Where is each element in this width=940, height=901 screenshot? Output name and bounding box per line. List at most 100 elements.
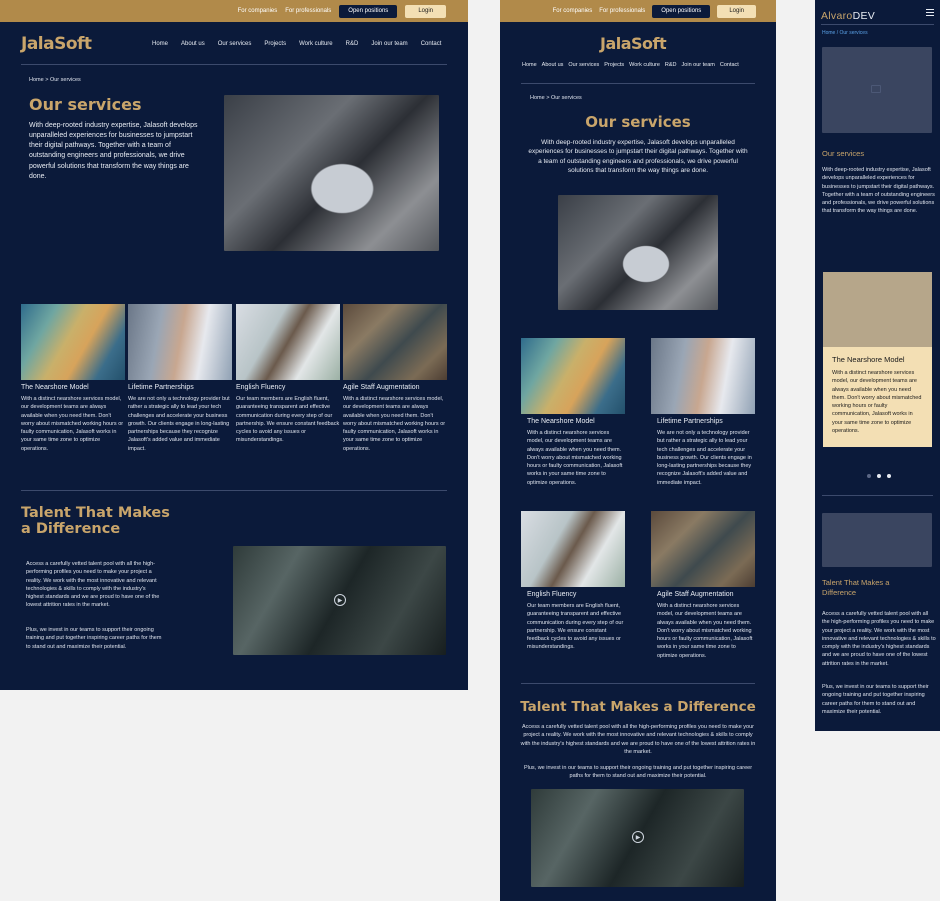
- carousel-dot[interactable]: [887, 474, 891, 478]
- for-companies-link[interactable]: For companies: [238, 8, 278, 14]
- image-placeholder-icon: [871, 85, 881, 93]
- tablet-frame: For companies For professionals Open pos…: [500, 0, 776, 901]
- header-divider: [521, 83, 755, 84]
- main-nav: Home About us Our services Projects Work…: [522, 62, 739, 68]
- staff-image: [343, 304, 447, 380]
- carousel-card-text: With a distinct nearshore services model…: [832, 370, 922, 434]
- nav-home[interactable]: Home: [152, 41, 168, 47]
- card-title: The Nearshore Model: [21, 384, 89, 391]
- section-divider: [21, 490, 447, 491]
- carousel-dot[interactable]: [867, 474, 871, 478]
- breadcrumb[interactable]: Home / Our services: [822, 30, 868, 36]
- hero-image: [558, 195, 718, 310]
- card-text: We are not only a technology provider bu…: [657, 430, 752, 486]
- brand-logo[interactable]: JalaSoft: [600, 34, 667, 53]
- page-title: Our services: [29, 95, 142, 114]
- header-divider: [21, 64, 447, 65]
- card-text: Our team members are English fluent, gua…: [527, 603, 624, 651]
- nav-work-culture[interactable]: Work culture: [299, 41, 333, 47]
- nav-join[interactable]: Join our team: [682, 62, 715, 68]
- card-title: English Fluency: [527, 591, 577, 598]
- login-button[interactable]: Login: [717, 4, 756, 18]
- carousel-dot-active[interactable]: [877, 474, 881, 478]
- talent-title: Talent That Makes a Difference: [822, 578, 890, 598]
- mobile-logo[interactable]: AlvaroDEV: [821, 10, 875, 22]
- nav-home[interactable]: Home: [522, 62, 537, 68]
- service-card: English Fluency Our team members are Eng…: [521, 511, 625, 652]
- breadcrumb[interactable]: Home > Our services: [29, 77, 81, 83]
- talent-paragraph-2: Plus, we invest in our teams to support …: [26, 627, 162, 650]
- hero-text: With deep-rooted industry expertise, Jal…: [528, 139, 748, 175]
- nav-contact[interactable]: Contact: [720, 62, 739, 68]
- open-positions-button[interactable]: Open positions: [339, 4, 398, 18]
- service-card: Agile Staff Augmentation With a distinct…: [343, 304, 447, 453]
- brand-logo[interactable]: JalaSoft: [21, 34, 92, 54]
- hamburger-icon[interactable]: [926, 9, 934, 16]
- nav-projects[interactable]: Projects: [264, 41, 286, 47]
- login-button[interactable]: Login: [405, 4, 446, 18]
- main-nav: Home About us Our services Projects Work…: [152, 41, 441, 47]
- partnership-image: [128, 304, 232, 380]
- for-companies-link[interactable]: For companies: [553, 8, 593, 14]
- talent-paragraph-1: Access a carefully vetted talent pool wi…: [822, 611, 936, 667]
- card-title: The Nearshore Model: [527, 418, 595, 425]
- open-positions-button[interactable]: Open positions: [652, 4, 711, 18]
- section-divider: [822, 495, 933, 496]
- nav-projects[interactable]: Projects: [604, 62, 624, 68]
- card-text: With a distinct nearshore services model…: [657, 603, 753, 659]
- partnership-image: [651, 338, 755, 414]
- service-card: Lifetime Partnerships We are not only a …: [128, 304, 232, 453]
- service-card: English Fluency Our team members are Eng…: [236, 304, 340, 445]
- carousel-dots: [867, 474, 891, 478]
- for-professionals-link[interactable]: For professionals: [599, 8, 645, 14]
- card-title: Lifetime Partnerships: [657, 418, 723, 425]
- nav-join[interactable]: Join our team: [371, 41, 407, 47]
- talent-paragraph-1: Access a carefully vetted talent pool wi…: [26, 561, 160, 609]
- desktop-frame: For companies For professionals Open pos…: [0, 0, 468, 690]
- nav-about[interactable]: About us: [542, 62, 564, 68]
- logo-part-b: DEV: [852, 10, 876, 22]
- service-card: The Nearshore Model With a distinct near…: [21, 304, 125, 453]
- card-text: With a distinct nearshore services model…: [527, 430, 623, 486]
- nav-work-culture[interactable]: Work culture: [629, 62, 660, 68]
- english-image: [236, 304, 340, 380]
- nav-about[interactable]: About us: [181, 41, 205, 47]
- mobile-frame: AlvaroDEV Home / Our services Our servic…: [815, 0, 940, 731]
- nav-services[interactable]: Our services: [218, 41, 252, 47]
- english-image: [521, 511, 625, 587]
- nav-services[interactable]: Our services: [568, 62, 599, 68]
- nav-contact[interactable]: Contact: [421, 41, 442, 47]
- nav-rnd[interactable]: R&D: [346, 41, 359, 47]
- talent-paragraph-2: Plus, we invest in our teams to support …: [822, 684, 929, 715]
- carousel-card[interactable]: The Nearshore Model With a distinct near…: [823, 272, 932, 447]
- card-text: We are not only a technology provider bu…: [128, 396, 230, 452]
- talent-paragraph-1: Access a carefully vetted talent pool wi…: [520, 724, 756, 755]
- service-card: Lifetime Partnerships We are not only a …: [651, 338, 755, 487]
- nearshore-image: [521, 338, 625, 414]
- talent-paragraph-2: Plus, we invest in our teams to support …: [523, 765, 753, 780]
- page-title: Our services: [585, 113, 691, 131]
- for-professionals-link[interactable]: For professionals: [285, 8, 331, 14]
- card-title: Lifetime Partnerships: [128, 384, 194, 391]
- hero-text: With deep-rooted industry expertise, Jal…: [822, 167, 935, 215]
- service-card: The Nearshore Model With a distinct near…: [521, 338, 625, 487]
- breadcrumb[interactable]: Home > Our services: [530, 95, 582, 101]
- play-icon[interactable]: ▶: [334, 594, 346, 606]
- breadcrumb-current: / Our services: [836, 30, 868, 36]
- top-bar: For companies For professionals Open pos…: [500, 0, 776, 22]
- card-title: English Fluency: [236, 384, 286, 391]
- nearshore-image: [21, 304, 125, 380]
- header-divider: [821, 24, 934, 25]
- nav-rnd[interactable]: R&D: [665, 62, 677, 68]
- talent-title: Talent That Makes a Difference: [520, 699, 756, 715]
- service-card: Agile Staff Augmentation With a distinct…: [651, 511, 755, 660]
- top-bar: For companies For professionals Open pos…: [0, 0, 468, 22]
- talent-image-placeholder: [822, 513, 932, 567]
- carousel-card-title: The Nearshore Model: [832, 355, 905, 364]
- card-text: With a distinct nearshore services model…: [21, 396, 124, 452]
- hero-image: [224, 95, 439, 251]
- card-text: Our team members are English fluent, gua…: [236, 396, 340, 444]
- play-icon[interactable]: ▶: [632, 831, 644, 843]
- page-title: Our services: [822, 149, 865, 158]
- breadcrumb-home[interactable]: Home: [822, 30, 835, 36]
